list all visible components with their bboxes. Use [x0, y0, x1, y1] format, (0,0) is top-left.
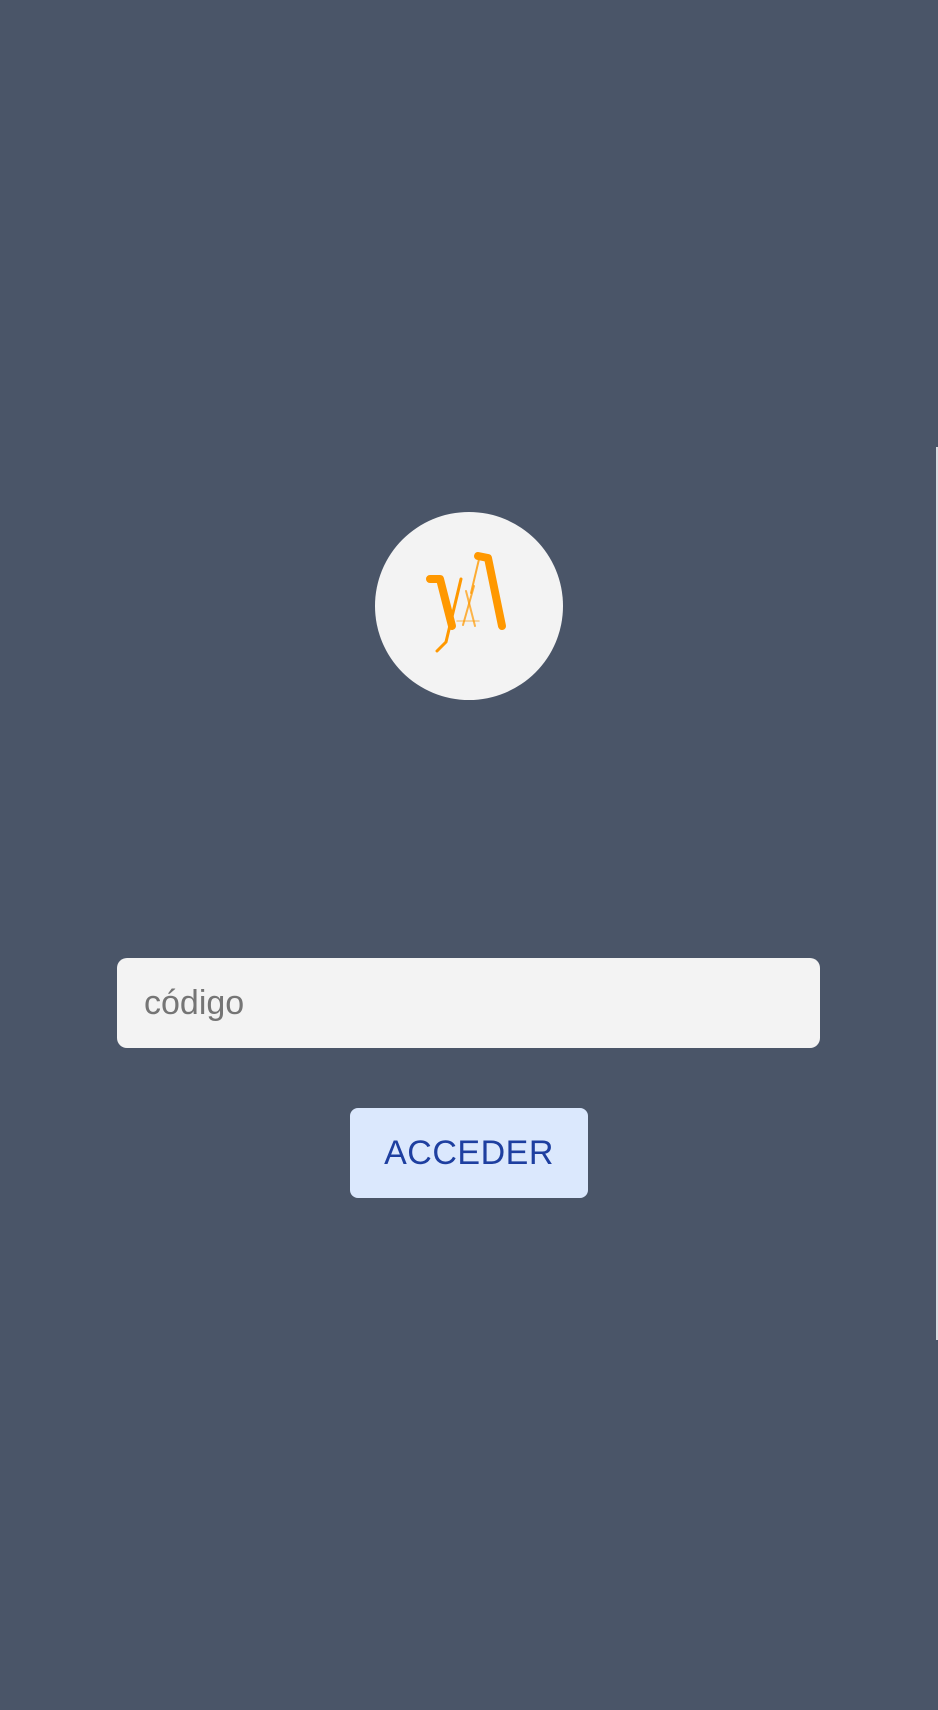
access-button[interactable]: ACCEDER [350, 1108, 588, 1198]
code-input[interactable] [117, 958, 820, 1048]
app-logo [375, 512, 563, 700]
va-logo-icon [426, 552, 506, 653]
